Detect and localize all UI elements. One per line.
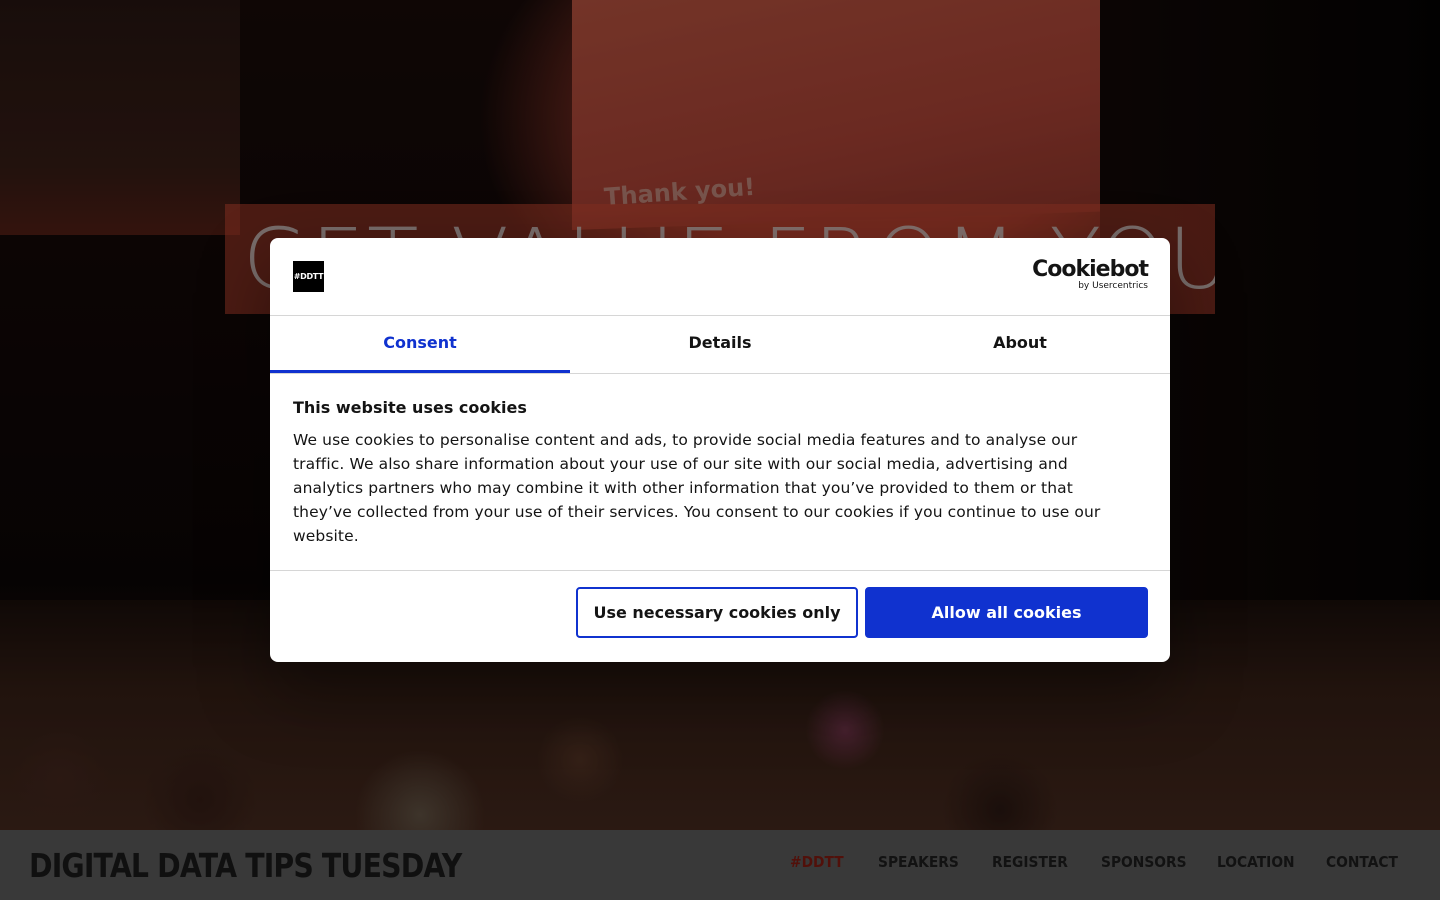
cookiebot-logo[interactable]: Cookiebot by Usercentrics (1032, 257, 1149, 291)
cookiebot-logo-name: Cookiebot (1032, 257, 1149, 282)
dialog-header: #DDTT Cookiebot by Usercentrics (270, 238, 1170, 316)
tab-details[interactable]: Details (570, 316, 870, 373)
tab-consent[interactable]: Consent (270, 316, 570, 373)
dialog-footer: Use necessary cookies only Allow all coo… (270, 570, 1170, 662)
use-necessary-cookies-button[interactable]: Use necessary cookies only (576, 587, 858, 638)
dialog-tabs: Consent Details About (270, 316, 1170, 374)
ddtt-logo: #DDTT (293, 261, 324, 292)
dialog-title: This website uses cookies (293, 398, 527, 417)
dialog-body-text: We use cookies to personalise content an… (293, 431, 1101, 545)
cookiebot-logo-sub: by Usercentrics (1078, 281, 1148, 291)
cookie-consent-dialog: #DDTT Cookiebot by Usercentrics Consent … (270, 238, 1170, 662)
allow-all-cookies-button[interactable]: Allow all cookies (865, 587, 1148, 638)
tab-about[interactable]: About (870, 316, 1170, 373)
